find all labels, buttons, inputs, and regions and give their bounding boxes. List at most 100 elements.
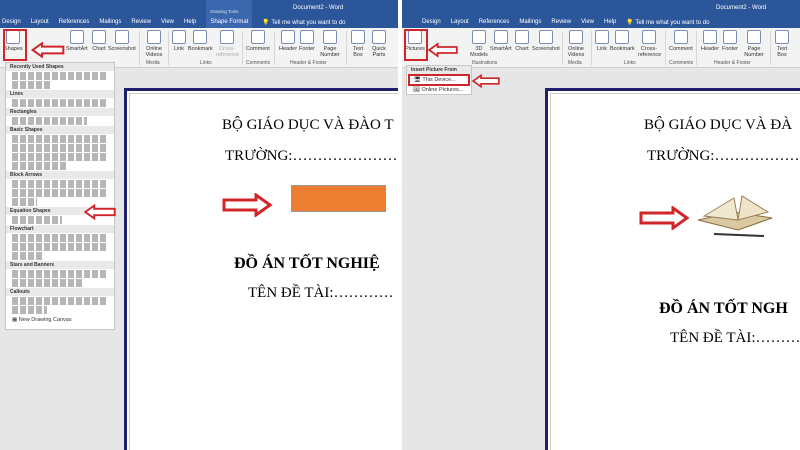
cross-reference-icon [642, 30, 656, 44]
screenshot-button[interactable]: Screenshot [532, 30, 560, 52]
text-box-button[interactable]: Text Box [774, 30, 790, 58]
cross-reference-icon [220, 30, 234, 44]
ribbon-tabs: Design Layout References Mailings Review… [0, 0, 398, 28]
group-header-footer: Header & Footer [290, 60, 327, 66]
tab-references[interactable]: References [59, 19, 90, 25]
header-icon [281, 30, 296, 44]
cross-reference-button[interactable]: Cross-reference [216, 30, 239, 58]
doc-line-thesis: ĐỒ ÁN TỐT NGH [659, 300, 788, 317]
shapes-highlight [3, 29, 27, 61]
chart-button[interactable]: Chart [515, 30, 529, 52]
online-videos-button[interactable]: Online Videos [566, 30, 586, 58]
tab-mailings[interactable]: Mailings [99, 19, 121, 25]
link-icon [172, 30, 186, 44]
cube-icon [472, 30, 486, 44]
pictures-highlight [404, 29, 428, 61]
tab-shape-format[interactable]: Drawing Tools Shape Format [206, 0, 253, 28]
page-number-icon [747, 30, 761, 44]
arrow-to-shapes-icon [28, 42, 68, 58]
doc-line-ministry: BỘ GIÁO DỤC VÀ ĐÀ [644, 117, 793, 133]
group-media: Media [146, 60, 160, 66]
group-illustrations: Illustrations [472, 60, 498, 66]
book-picture[interactable] [694, 190, 776, 240]
smartart-button[interactable]: SmartArt [66, 30, 88, 52]
quick-parts-button[interactable]: Quick Parts [370, 30, 388, 58]
camera-icon [114, 30, 129, 44]
arrow-to-pictures-icon [428, 42, 458, 58]
tab-mailings[interactable]: Mailings [519, 19, 541, 25]
screenshot-button[interactable]: Screenshot [108, 30, 136, 52]
smartart-button[interactable]: SmartArt [490, 30, 512, 52]
header-button[interactable]: Header [279, 30, 297, 52]
section-lines: Lines [6, 90, 114, 98]
orange-rectangle-shape[interactable] [291, 185, 386, 212]
doc-line-topic: TÊN ĐỀ TÀI:……… [670, 330, 800, 346]
ribbon-insert: Pictures 3D Models SmartArt Chart Screen… [402, 28, 800, 68]
footer-button[interactable]: Footer [299, 30, 315, 52]
tell-me-box[interactable]: 💡 Tell me what you want to do [262, 19, 345, 26]
bookmark-button[interactable]: Bookmark [610, 30, 635, 52]
arrow-to-this-device-icon [472, 74, 500, 88]
online-pictures-item[interactable]: 🖼 Online Pictures... [407, 86, 471, 94]
doc-line-school: TRƯỜNG:………………… [225, 148, 398, 164]
chart-icon [515, 30, 529, 44]
smartart-icon [69, 30, 84, 44]
text-box-icon [351, 30, 365, 44]
title-bar: Document2 - Word [402, 0, 800, 16]
link-button[interactable]: Link [595, 30, 609, 52]
comment-button[interactable]: Comment [669, 30, 693, 52]
tab-review[interactable]: Review [131, 19, 151, 25]
comment-button[interactable]: Comment [246, 30, 270, 52]
video-icon [569, 30, 583, 44]
tab-view[interactable]: View [161, 19, 174, 25]
new-drawing-canvas[interactable]: ▦ New Drawing Canvas [6, 315, 114, 325]
3d-models-button[interactable]: 3D Models [470, 30, 488, 58]
footer-button[interactable]: Footer [722, 30, 738, 52]
tab-references[interactable]: References [479, 19, 510, 25]
section-flowchart: Flowchart [6, 225, 114, 233]
doc-line-topic: TÊN ĐỀ TÀI:………… [248, 285, 394, 301]
header-icon [703, 30, 718, 44]
group-comments: Comments [669, 60, 694, 66]
comment-icon [250, 30, 265, 44]
tab-design[interactable]: Design [422, 19, 441, 25]
page-number-button[interactable]: Page Number [318, 30, 342, 58]
header-button[interactable]: Header [701, 30, 719, 52]
tab-layout[interactable]: Layout [31, 19, 49, 25]
this-device-item[interactable]: 🖥 This Device... [408, 74, 470, 86]
online-videos-button[interactable]: Online Videos [144, 30, 164, 58]
group-comments: Comments [246, 60, 271, 66]
title-bar: Document2 - Word [0, 0, 398, 16]
page-number-button[interactable]: Page Number [742, 30, 766, 58]
bookmark-button[interactable]: Bookmark [188, 30, 213, 52]
chart-button[interactable]: Chart [92, 30, 106, 52]
tell-me-box[interactable]: 💡 Tell me what you want to do [626, 19, 709, 26]
text-box-icon [775, 30, 789, 44]
chart-icon [92, 30, 106, 44]
window-title: Document2 - Word [716, 5, 767, 11]
insert-picture-dropdown: Insert Picture From 🖥 This Device... 🖼 O… [406, 65, 472, 95]
document-page [545, 88, 800, 450]
quick-parts-icon [372, 30, 386, 44]
section-recent: Recently Used Shapes [6, 63, 114, 71]
tab-review[interactable]: Review [551, 19, 571, 25]
tab-design[interactable]: Design [2, 19, 21, 25]
context-group-label: Drawing Tools [210, 9, 239, 14]
section-callouts: Callouts [6, 288, 114, 296]
group-links: Links [624, 60, 636, 66]
footer-icon [722, 30, 737, 44]
comment-icon [673, 30, 688, 44]
page-number-icon [323, 30, 337, 44]
section-stars-banners: Stars and Banners [6, 261, 114, 269]
doc-line-ministry: BỘ GIÁO DỤC VÀ ĐÀO T [222, 117, 394, 133]
tab-layout[interactable]: Layout [451, 19, 469, 25]
cross-reference-button[interactable]: Cross-reference [638, 30, 661, 58]
text-box-button[interactable]: Text Box [350, 30, 366, 58]
arrow-to-shape-icon [218, 193, 276, 217]
left-word-window: Document2 - Word Design Layout Reference… [0, 0, 398, 450]
tab-view[interactable]: View [581, 19, 594, 25]
link-button[interactable]: Link [172, 30, 186, 52]
tab-help[interactable]: Help [184, 19, 196, 25]
tab-help[interactable]: Help [604, 19, 616, 25]
footer-icon [299, 30, 314, 44]
